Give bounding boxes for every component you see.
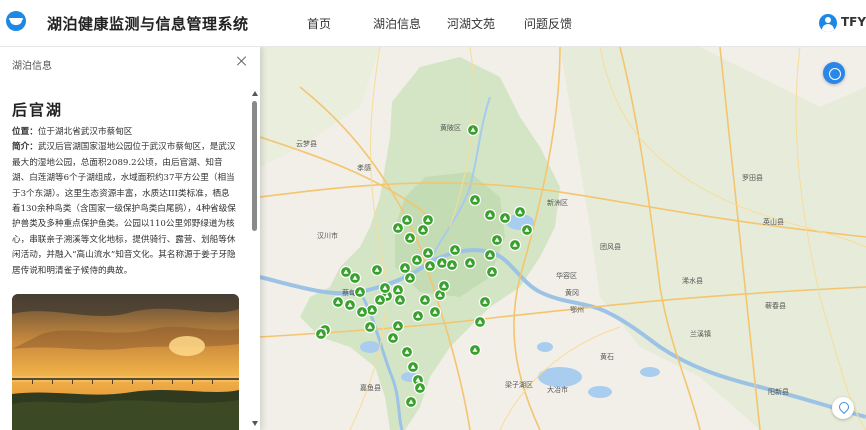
lake-marker-icon[interactable]	[463, 256, 477, 270]
locate-icon[interactable]	[832, 397, 854, 419]
lake-marker-icon[interactable]	[343, 298, 357, 312]
scroll-down-icon[interactable]	[252, 421, 258, 426]
lake-description: 位置：位于湖北省武汉市蔡甸区 简介：武汉后官湖国家湿地公园位于武汉市蔡甸区，是武…	[12, 127, 236, 276]
lake-marker-icon[interactable]	[348, 271, 362, 285]
lake-marker-icon[interactable]	[314, 327, 328, 341]
scroll-thumb[interactable]	[252, 101, 257, 231]
lake-name: 后官湖	[12, 101, 64, 119]
lake-marker-icon[interactable]	[421, 246, 435, 260]
close-icon[interactable]	[236, 55, 248, 67]
lake-marker-icon[interactable]	[445, 258, 459, 272]
lake-marker-icon[interactable]	[421, 213, 435, 227]
lake-marker-icon[interactable]	[490, 233, 504, 247]
lake-marker-icon[interactable]	[378, 281, 392, 295]
map-place-label: 大冶市	[547, 385, 568, 394]
lake-marker-icon[interactable]	[411, 309, 425, 323]
lake-marker-icon[interactable]	[418, 293, 432, 307]
lake-marker-icon[interactable]	[403, 231, 417, 245]
map-place-label: 华容区	[556, 271, 577, 280]
map-place-label: 浠水县	[682, 276, 703, 285]
lake-marker-icon[interactable]	[400, 213, 414, 227]
map-place-label: 云梦县	[296, 140, 317, 148]
lake-marker-icon[interactable]	[391, 221, 405, 235]
lake-marker-icon[interactable]	[520, 223, 534, 237]
map-place-label: 黄陂区	[440, 123, 461, 132]
lake-marker-icon[interactable]	[365, 303, 379, 317]
map-place-label: 孝感	[357, 163, 371, 172]
lake-marker-icon[interactable]	[373, 293, 387, 307]
nav-feedback[interactable]: 问题反馈	[524, 15, 572, 32]
lake-marker-icon[interactable]	[404, 395, 418, 409]
lake-marker-icon[interactable]	[355, 305, 369, 319]
lake-marker-icon[interactable]	[423, 259, 437, 273]
panel-title: 湖泊信息	[12, 61, 52, 72]
lake-marker-icon[interactable]	[435, 256, 449, 270]
lake-marker-icon[interactable]	[485, 265, 499, 279]
lake-marker-icon[interactable]	[403, 271, 417, 285]
map-place-label: 兰溪镇	[690, 329, 711, 338]
map-place-label: 新洲区	[547, 198, 568, 207]
lake-location: 位于湖北省武汉市蔡甸区	[37, 127, 133, 137]
nav-lake-info[interactable]: 湖泊信息	[373, 15, 421, 32]
lake-marker-icon[interactable]	[428, 305, 442, 319]
map-place-label: 罗田县	[742, 174, 763, 182]
app-header: 湖泊健康监测与信息管理系统 首页 湖泊信息 河湖文苑 问题反馈 TFY	[0, 0, 866, 47]
map-place-label: 鄂州	[570, 305, 584, 314]
map-place-label: 英山县	[763, 217, 784, 226]
lake-marker-icon[interactable]	[508, 238, 522, 252]
lake-marker-icon[interactable]	[468, 343, 482, 357]
lake-marker-icon[interactable]	[416, 223, 430, 237]
lake-marker-icon[interactable]	[513, 205, 527, 219]
lake-marker-icon[interactable]	[363, 320, 377, 334]
lake-marker-icon[interactable]	[466, 123, 480, 137]
lake-marker-icon[interactable]	[468, 193, 482, 207]
lake-marker-icon[interactable]	[478, 295, 492, 309]
chat-icon[interactable]	[823, 62, 845, 84]
map-place-label: 蕲春县	[765, 301, 786, 310]
scroll-up-icon[interactable]	[252, 91, 258, 96]
lake-intro: 武汉后官湖国家湿地公园位于武汉市蔡甸区，是武汉最大的湿地公园，总面积2089.2…	[12, 142, 236, 276]
app-title: 湖泊健康监测与信息管理系统	[47, 15, 249, 33]
lake-marker-icon[interactable]	[483, 208, 497, 222]
panel-scrollbar[interactable]	[251, 91, 258, 430]
lake-photo	[12, 294, 239, 430]
map-place-label: 黄冈	[565, 288, 579, 297]
lake-marker-icon[interactable]	[393, 293, 407, 307]
lake-marker-icon[interactable]	[498, 211, 512, 225]
user-name[interactable]: TFY	[841, 15, 866, 29]
map-place-label: 嘉鱼县	[360, 383, 381, 392]
lake-info-panel: 湖泊信息 后官湖 位置：位于湖北省武汉市蔡甸区 简介：武汉后官湖国家湿地公园位于…	[0, 47, 260, 430]
lake-marker-icon[interactable]	[410, 253, 424, 267]
lake-marker-icon[interactable]	[331, 295, 345, 309]
lake-marker-icon[interactable]	[353, 285, 367, 299]
lake-marker-icon[interactable]	[398, 261, 412, 275]
lake-marker-icon[interactable]	[483, 248, 497, 262]
map-place-label: 阳新县	[768, 387, 789, 396]
location-label: 位置	[12, 127, 30, 137]
nav-home[interactable]: 首页	[307, 15, 331, 32]
lake-marker-icon[interactable]	[473, 315, 487, 329]
lake-marker-icon[interactable]	[370, 263, 384, 277]
map-place-label: 黄石	[600, 352, 614, 361]
lake-marker-icon[interactable]	[391, 283, 405, 297]
lake-marker-icon[interactable]	[406, 360, 420, 374]
map-place-label: 团风县	[600, 243, 621, 251]
map-place-label: 梁子湖区	[505, 380, 533, 389]
map-place-label: 汉川市	[317, 231, 338, 240]
lake-marker-icon[interactable]	[386, 331, 400, 345]
lake-marker-icon[interactable]	[391, 319, 405, 333]
lake-marker-icon[interactable]	[400, 345, 414, 359]
lake-marker-icon[interactable]	[448, 243, 462, 257]
nav-literature[interactable]: 河湖文苑	[447, 15, 495, 32]
lake-logo-icon	[6, 11, 26, 31]
lake-marker-icon[interactable]	[437, 279, 451, 293]
intro-label: 简介	[12, 142, 30, 153]
user-avatar-icon[interactable]	[819, 14, 837, 32]
lake-marker-icon[interactable]	[413, 381, 427, 395]
